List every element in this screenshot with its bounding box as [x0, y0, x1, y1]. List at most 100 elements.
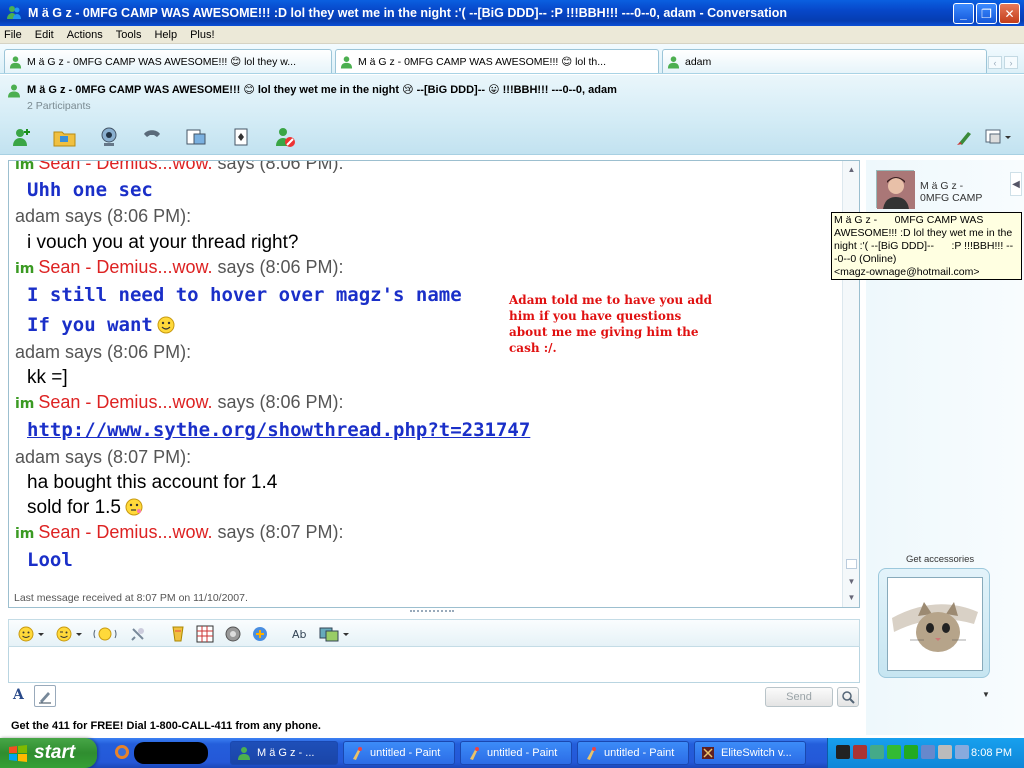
participant-count: 2 Participants: [27, 100, 91, 112]
task-paint-2[interactable]: untitled - Paint: [460, 741, 572, 765]
tray-app-icon[interactable]: [904, 745, 918, 759]
voice-clip-icon[interactable]: [129, 625, 147, 643]
send-file-icon[interactable]: [53, 126, 77, 148]
messenger-buddy-icon: [7, 6, 21, 19]
plus-addons-icon[interactable]: [251, 625, 269, 643]
task-label: untitled - Paint: [604, 747, 675, 759]
display-picture-dropdown-icon[interactable]: [319, 625, 351, 643]
background-grid-icon[interactable]: [196, 625, 214, 643]
tab-magz-1[interactable]: M ä G z - 0MFG CAMP WAS AWESOME!!! 😊 lol…: [4, 49, 332, 73]
contact-name-line2: 0MFG CAMP: [920, 192, 983, 204]
sender-name: Sean - Demius...wow.: [38, 392, 213, 412]
message-text: If you want: [27, 314, 175, 336]
handwriting-pen-icon[interactable]: [34, 685, 56, 707]
send-button[interactable]: Send: [765, 687, 833, 707]
contact-name-line1: M ä G z -: [920, 180, 964, 192]
invite-contact-icon[interactable]: [10, 126, 34, 148]
scroll-up-icon[interactable]: ▲: [846, 165, 857, 174]
font-button[interactable]: A: [13, 687, 24, 703]
chat-history[interactable]: im Sean - Demius...wow. says (8:06 PM): U…: [8, 160, 860, 608]
tab-scroll-left-icon[interactable]: ‹: [988, 56, 1002, 69]
translate-icon[interactable]: Ab: [291, 625, 311, 643]
buddy-online-icon: [9, 55, 22, 68]
menu-bar: File Edit Actions Tools Help Plus!: [0, 26, 1024, 44]
scroll-thumb[interactable]: [846, 559, 857, 569]
sender-line: adam says (8:06 PM):: [15, 342, 191, 363]
tab-magz-2[interactable]: M ä G z - 0MFG CAMP WAS AWESOME!!! 😊 lol…: [335, 49, 659, 73]
tray-app-icon[interactable]: [836, 745, 850, 759]
message-time: says (8:06 PM):: [217, 392, 344, 412]
message-text-content: sold for 1.5: [27, 497, 121, 518]
message-time: says (8:06 PM):: [217, 257, 344, 277]
menu-help[interactable]: Help: [154, 29, 177, 41]
tray-app-icon[interactable]: [955, 745, 969, 759]
tray-volume-icon[interactable]: [938, 745, 952, 759]
collapse-panel-icon[interactable]: ◀: [1010, 172, 1022, 196]
block-contact-icon[interactable]: [273, 126, 297, 148]
menu-actions[interactable]: Actions: [67, 29, 103, 41]
tab-adam[interactable]: adam: [662, 49, 987, 73]
scroll-down-icon[interactable]: ▼: [846, 577, 857, 586]
buddy-online-icon: [8, 84, 20, 98]
task-messenger-conversation[interactable]: M ä G z - ...: [230, 741, 338, 765]
message-text: kk =]: [27, 367, 68, 388]
task-label: EliteSwitch v...: [721, 747, 792, 759]
emoticon-picker-icon[interactable]: [17, 625, 47, 643]
start-button[interactable]: start: [0, 738, 97, 768]
call-phone-icon[interactable]: [140, 126, 164, 148]
task-paint-3[interactable]: untitled - Paint: [577, 741, 689, 765]
task-label: untitled - Paint: [487, 747, 558, 759]
thread-link[interactable]: http://www.sythe.org/showthread.php?t=23…: [27, 419, 530, 441]
system-tray: 8:08 PM: [827, 738, 1024, 768]
quicklaunch-browser-icon[interactable]: [114, 744, 130, 760]
webcam-icon[interactable]: [97, 126, 121, 148]
nudge-icon[interactable]: [93, 625, 117, 643]
message-text: i vouch you at your thread right?: [27, 232, 299, 253]
im-status-icon: im: [15, 261, 35, 277]
sender-name: Sean - Demius...wow.: [38, 522, 213, 542]
scroll-end-icon[interactable]: ▼: [846, 593, 857, 602]
menu-edit[interactable]: Edit: [35, 29, 54, 41]
sender-name: adam: [15, 206, 61, 226]
minimize-button[interactable]: _: [953, 3, 974, 24]
wink-picker-icon[interactable]: [55, 625, 85, 643]
paint-icon: [470, 747, 479, 760]
menu-file[interactable]: File: [4, 29, 22, 41]
tray-network-icon[interactable]: [870, 745, 884, 759]
get-accessories-link[interactable]: Get accessories: [906, 554, 974, 565]
close-button[interactable]: ✕: [999, 3, 1020, 24]
im-status-icon: im: [15, 526, 35, 542]
contact-name: M ä G z - 0MFG CAMP: [920, 180, 982, 204]
maximize-button[interactable]: ❐: [976, 3, 997, 24]
contact-avatar[interactable]: [876, 170, 915, 209]
task-paint-1[interactable]: untitled - Paint: [343, 741, 455, 765]
tray-app-icon[interactable]: [853, 745, 867, 759]
menu-plus[interactable]: Plus!: [190, 29, 214, 41]
taskbar-clock[interactable]: 8:08 PM: [971, 747, 1012, 759]
smiley-emoticon-icon: [157, 316, 175, 334]
sender-name: Sean - Demius...wow.: [38, 257, 213, 277]
pane-splitter-handle[interactable]: [410, 610, 454, 614]
activities-icon[interactable]: [184, 126, 208, 148]
paintbrush-icon[interactable]: [953, 126, 977, 148]
task-eliteswitch[interactable]: EliteSwitch v...: [694, 741, 806, 765]
sound-icon[interactable]: [224, 625, 242, 643]
window-titlebar[interactable]: M ä G z - 0MFG CAMP WAS AWESOME!!! :D lo…: [0, 0, 1024, 26]
im-status-icon: im: [15, 396, 35, 412]
tab-scroll-right-icon[interactable]: ›: [1004, 56, 1018, 69]
advertisement-text[interactable]: Get the 411 for FREE! Dial 1-800-CALL-41…: [11, 720, 321, 732]
message-text: sold for 1.5: [27, 497, 143, 519]
games-icon[interactable]: [229, 126, 253, 148]
menu-tools[interactable]: Tools: [116, 29, 142, 41]
my-display-picture-frame[interactable]: [878, 568, 990, 678]
search-icon[interactable]: [837, 687, 859, 707]
display-options-dropdown-icon[interactable]: [983, 126, 1013, 148]
buddy-online-icon: [667, 55, 680, 68]
ink-icon[interactable]: [169, 625, 187, 643]
picture-options-dropdown-icon[interactable]: ▼: [982, 690, 990, 699]
tray-messenger-icon[interactable]: [887, 745, 901, 759]
task-label: M ä G z - ...: [257, 747, 315, 759]
messenger-buddy-icon: [238, 747, 250, 760]
tray-app-icon[interactable]: [921, 745, 935, 759]
message-input[interactable]: [8, 647, 860, 683]
